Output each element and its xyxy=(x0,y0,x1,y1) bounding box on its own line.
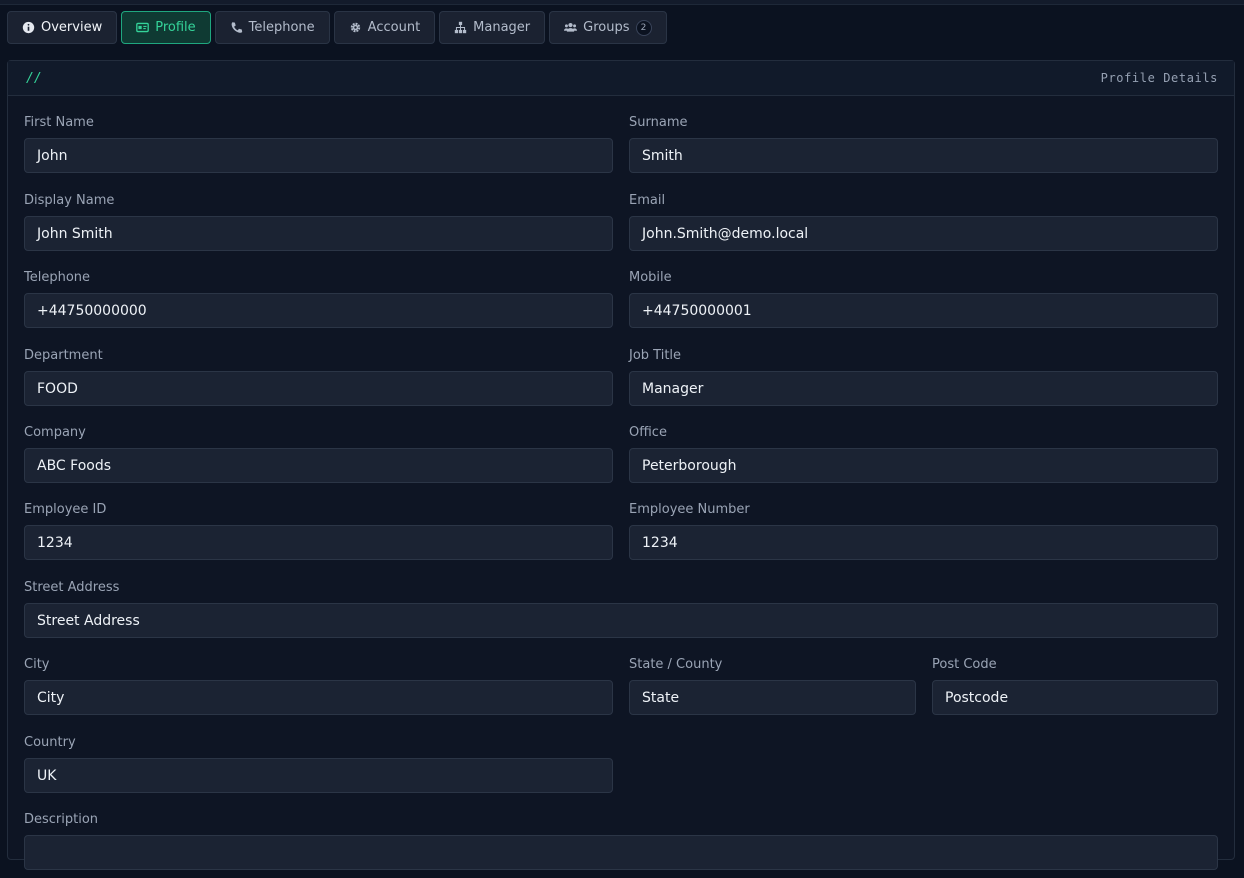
gear-icon xyxy=(350,22,360,33)
department-field: Department FOOD xyxy=(24,348,613,406)
mobile-field: Mobile +44750000001 xyxy=(629,270,1218,328)
job-title-input[interactable]: Manager xyxy=(629,371,1218,406)
department-input[interactable]: FOOD xyxy=(24,371,613,406)
city-field: City City xyxy=(24,657,613,715)
email-label: Email xyxy=(629,193,666,208)
id-card-icon xyxy=(136,22,150,33)
first-name-field: First Name John xyxy=(24,115,613,173)
panel-header: // Profile Details xyxy=(8,61,1234,96)
tab-bar: Overview Profile Telephone Account Manag… xyxy=(7,11,667,44)
form-row: First Name John Surname Smith xyxy=(24,115,1218,181)
users-icon xyxy=(564,22,578,32)
tab-telephone[interactable]: Telephone xyxy=(214,11,330,44)
groups-count-badge: 2 xyxy=(635,19,652,36)
street-address-input[interactable]: Street Address xyxy=(24,603,1218,638)
profile-details-panel: // Profile Details First Name John Surna… xyxy=(7,60,1235,870)
employee-number-input[interactable]: 1234 xyxy=(629,525,1218,560)
tab-telephone-label: Telephone xyxy=(248,20,315,35)
country-label: Country xyxy=(24,735,76,750)
tab-profile-label: Profile xyxy=(155,20,196,35)
form-row: Country UK xyxy=(24,735,1218,801)
city-label: City xyxy=(24,657,50,672)
tab-profile[interactable]: Profile xyxy=(121,11,211,44)
display-name-label: Display Name xyxy=(24,193,115,208)
first-name-input[interactable]: John xyxy=(24,138,613,173)
employee-id-field: Employee ID 1234 xyxy=(24,502,613,560)
form-row: City City State / County State Post Code… xyxy=(24,657,1218,723)
state-field: State / County State xyxy=(629,657,916,715)
form-row: Employee ID 1234 Employee Number 1234 xyxy=(24,502,1218,568)
office-field: Office Peterborough xyxy=(629,425,1218,483)
office-input[interactable]: Peterborough xyxy=(629,448,1218,483)
tab-account[interactable]: Account xyxy=(333,11,436,44)
job-title-field: Job Title Manager xyxy=(629,348,1218,406)
form-row: Description xyxy=(24,812,1218,878)
country-field: Country UK xyxy=(24,735,613,793)
office-label: Office xyxy=(629,425,667,440)
phone-icon xyxy=(231,22,242,33)
post-code-label: Post Code xyxy=(932,657,997,672)
city-input[interactable]: City xyxy=(24,680,613,715)
department-label: Department xyxy=(24,348,103,363)
info-icon xyxy=(22,21,35,34)
employee-id-label: Employee ID xyxy=(24,502,107,517)
mobile-input[interactable]: +44750000001 xyxy=(629,293,1218,328)
display-name-input[interactable]: John Smith xyxy=(24,216,613,251)
surname-input[interactable]: Smith xyxy=(629,138,1218,173)
state-label: State / County xyxy=(629,657,723,672)
tab-manager[interactable]: Manager xyxy=(439,11,546,44)
telephone-input[interactable]: +44750000000 xyxy=(24,293,613,328)
email-input[interactable]: John.Smith@demo.local xyxy=(629,216,1218,251)
tab-groups[interactable]: Groups 2 xyxy=(549,11,667,44)
sitemap-icon xyxy=(454,21,467,34)
employee-id-input[interactable]: 1234 xyxy=(24,525,613,560)
description-input[interactable] xyxy=(24,835,1218,870)
company-input[interactable]: ABC Foods xyxy=(24,448,613,483)
email-field: Email John.Smith@demo.local xyxy=(629,193,1218,251)
telephone-label: Telephone xyxy=(24,270,91,285)
employee-number-label: Employee Number xyxy=(629,502,750,517)
form-row: Department FOOD Job Title Manager xyxy=(24,348,1218,414)
description-field: Description xyxy=(24,812,1218,870)
telephone-field: Telephone +44750000000 xyxy=(24,270,613,328)
street-address-field: Street Address Street Address xyxy=(24,580,1218,638)
mobile-label: Mobile xyxy=(629,270,672,285)
surname-field: Surname Smith xyxy=(629,115,1218,173)
top-bar xyxy=(0,0,1244,5)
street-address-label: Street Address xyxy=(24,580,120,595)
country-input[interactable]: UK xyxy=(24,758,613,793)
tab-account-label: Account xyxy=(367,20,421,35)
tab-groups-label: Groups xyxy=(583,20,630,35)
description-label: Description xyxy=(24,812,99,827)
post-code-field: Post Code Postcode xyxy=(932,657,1218,715)
employee-number-field: Employee Number 1234 xyxy=(629,502,1218,560)
panel-title: Profile Details xyxy=(1100,71,1218,85)
company-label: Company xyxy=(24,425,86,440)
tab-overview-label: Overview xyxy=(41,20,103,35)
job-title-label: Job Title xyxy=(629,348,682,363)
form-row: Display Name John Smith Email John.Smith… xyxy=(24,193,1218,259)
surname-label: Surname xyxy=(629,115,688,130)
panel-header-mark: // xyxy=(26,70,42,86)
tab-manager-label: Manager xyxy=(473,20,531,35)
state-input[interactable]: State xyxy=(629,680,916,715)
company-field: Company ABC Foods xyxy=(24,425,613,483)
post-code-input[interactable]: Postcode xyxy=(932,680,1218,715)
form-row: Company ABC Foods Office Peterborough xyxy=(24,425,1218,491)
tab-overview[interactable]: Overview xyxy=(7,11,118,44)
first-name-label: First Name xyxy=(24,115,94,130)
form-row: Street Address Street Address xyxy=(24,580,1218,646)
form-row: Telephone +44750000000 Mobile +447500000… xyxy=(24,270,1218,336)
display-name-field: Display Name John Smith xyxy=(24,193,613,251)
